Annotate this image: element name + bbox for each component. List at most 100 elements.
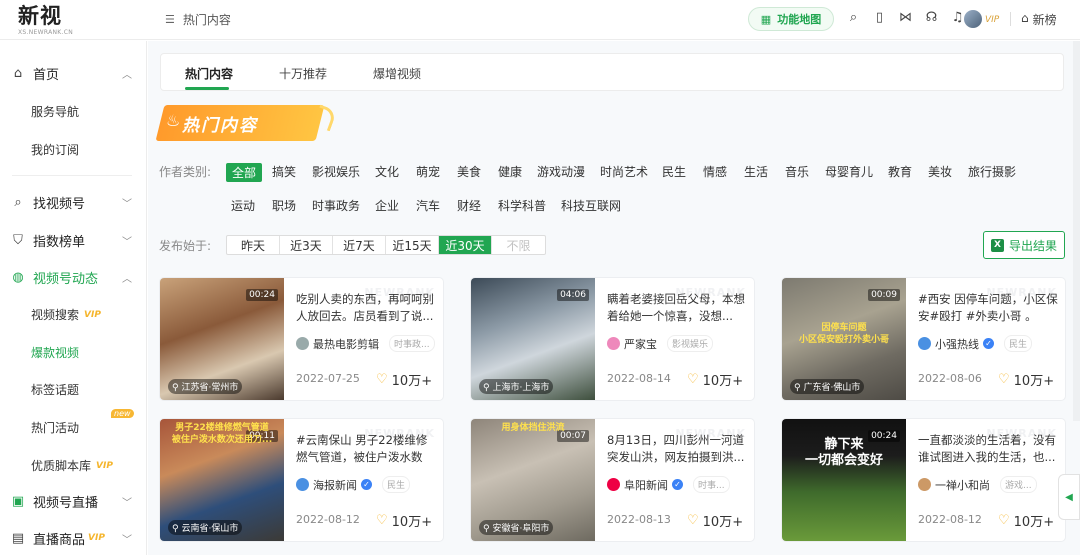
date-option[interactable]: 近7天 [333, 236, 386, 254]
author-info[interactable]: 小强热线 ✓ 民生 [918, 335, 1033, 352]
video-title[interactable]: 8月13日，四川彭州一河道突发山洪，网友拍摄到洪... [607, 432, 747, 466]
category-option[interactable]: 搞笑 [272, 163, 296, 180]
category-option[interactable]: 情感 [703, 163, 727, 180]
location-badge: ⚲ 广东省·佛山市 [790, 379, 865, 394]
date-option[interactable]: 昨天 [227, 236, 280, 254]
date-option[interactable]: 近30天 [439, 236, 492, 254]
headset-icon[interactable]: ☊ [924, 10, 939, 25]
sidebar-item-service-nav[interactable]: 服务导航 [31, 103, 79, 120]
tab-100k-recommend[interactable]: 十万推荐 [279, 65, 327, 82]
sidebar-item-find-channel[interactable]: ⌕ 找视频号 ﹀ [0, 187, 146, 217]
author-avatar [296, 478, 309, 491]
breadcrumb: ☰ 热门内容 [165, 11, 231, 28]
phone-icon[interactable]: ▯ [872, 10, 887, 25]
video-card[interactable]: 00:09 因停车问题 小区保安殴打外卖小哥 ⚲ 广东省·佛山市 NEWRANK #西安 … [782, 278, 1065, 400]
logo[interactable]: 新视 XS.NEWRANK.CN [18, 4, 73, 36]
video-thumbnail[interactable]: 04:06 ⚲ 上海市·上海市 [471, 278, 595, 400]
grid-icon: ▦ [760, 12, 772, 26]
category-option[interactable]: 生活 [744, 163, 768, 180]
video-title[interactable]: 瞒着老婆接回岳父母，本想着给她一个惊喜，没想... [607, 291, 747, 325]
search-icon[interactable]: ⌕ [846, 10, 861, 25]
date-option[interactable]: 不限 [492, 236, 545, 254]
category-option[interactable]: 美妆 [928, 163, 952, 180]
sidebar-item-quality-scripts[interactable]: 优质脚本库 VIP [31, 457, 113, 474]
author-info[interactable]: 最热电影剪辑 时事政... [296, 335, 435, 352]
author-name: 阜阳新闻 [624, 478, 668, 492]
video-card[interactable]: 00:24 ⚲ 江苏省·常州市 NEWRANK 吃别人卖的东西，再呵呵别人放回去。店员… [160, 278, 443, 400]
tab-surge-videos[interactable]: 爆增视频 [373, 65, 421, 82]
category-option[interactable]: 运动 [231, 197, 255, 214]
category-option[interactable]: 影视娱乐 [312, 163, 360, 180]
category-option[interactable]: 教育 [888, 163, 912, 180]
date-option[interactable]: 近15天 [386, 236, 439, 254]
new-rank-link[interactable]: ⌂ 新榜 [1021, 11, 1057, 28]
category-option[interactable]: 时尚艺术 [600, 163, 648, 180]
brand-icon[interactable]: ⋈ [898, 10, 913, 25]
video-thumbnail[interactable]: 00:09 因停车问题 小区保安殴打外卖小哥 ⚲ 广东省·佛山市 [782, 278, 906, 400]
sidebar: ⌂ 首页 ︿ 服务导航 我的订阅 ⌕ 找视频号 ﹀ ⛉ 指数榜单 ﹀ ◍ 视频号… [0, 41, 147, 555]
scrollbar[interactable] [1073, 41, 1080, 421]
category-option[interactable]: 企业 [375, 197, 399, 214]
category-option[interactable]: 汽车 [416, 197, 440, 214]
sidebar-item-label: 视频号直播 [33, 495, 99, 511]
author-info[interactable]: 海报新闻 ✓ 民生 [296, 476, 411, 493]
location-text: 广东省·佛山市 [803, 383, 861, 393]
category-option[interactable]: 旅行摄影 [968, 163, 1016, 180]
sidebar-item-index-rank[interactable]: ⛉ 指数榜单 ﹀ [0, 225, 146, 255]
chevron-up-icon: ︿ [122, 273, 132, 285]
sidebar-item-home[interactable]: ⌂ 首页 ︿ [0, 58, 146, 88]
category-option[interactable]: 职场 [272, 197, 296, 214]
menu-fold-icon[interactable]: ☰ [165, 13, 175, 26]
video-title[interactable]: #西安 因停车问题，小区保安#殴打 #外卖小哥 。 [918, 291, 1058, 325]
sidebar-item-tag-topics[interactable]: 标签话题 [31, 381, 79, 398]
video-thumbnail[interactable]: 00:07 用身体挡住洪流 ⚲ 安徽省·阜阳市 [471, 419, 595, 541]
function-map-button[interactable]: ▦ 功能地图 [748, 7, 834, 31]
category-option[interactable]: 文化 [375, 163, 399, 180]
category-option[interactable]: 游戏动漫 [537, 163, 585, 180]
export-button[interactable]: X 导出结果 [983, 231, 1065, 259]
author-info[interactable]: 一禅小和尚 游戏... [918, 476, 1037, 493]
video-card[interactable]: 00:07 用身体挡住洪流 ⚲ 安徽省·阜阳市 NEWRANK 8月13日，四川彭州一河… [471, 419, 754, 541]
banner-title: 热门内容 [182, 116, 258, 136]
category-option[interactable]: 健康 [498, 163, 522, 180]
sidebar-item-live-goods[interactable]: ▤ 直播商品 VIP ﹀ [0, 523, 146, 553]
author-info[interactable]: 阜阳新闻 ✓ 时事... [607, 476, 730, 493]
category-option[interactable]: 时事政务 [312, 197, 360, 214]
tab-hot-content[interactable]: 热门内容 [185, 65, 233, 82]
date-option[interactable]: 近3天 [280, 236, 333, 254]
video-card[interactable]: 00:24 静下来 一切都会变好 NEWRANK 一直都淡淡的生活着，没有谁试图进入我的… [782, 419, 1065, 541]
heart-icon: ♡ [998, 372, 1010, 387]
thumbnail-caption: 静下来 一切都会变好 [804, 437, 883, 468]
category-option[interactable]: 财经 [457, 197, 481, 214]
video-card[interactable]: 00:11 男子22楼维修燃气管道 被住户泼水数次还用刀... ⚲ 云南省·保山市 NE… [160, 419, 443, 541]
sidebar-item-subscriptions[interactable]: 我的订阅 [31, 141, 79, 158]
side-panel-toggle[interactable]: ◀ [1058, 474, 1080, 520]
video-thumbnail[interactable]: 00:24 ⚲ 江苏省·常州市 [160, 278, 284, 400]
sidebar-item-live[interactable]: ▣ 视频号直播 ﹀ [0, 486, 146, 516]
category-option[interactable]: 美食 [457, 163, 481, 180]
author-info[interactable]: 严家宝 影视娱乐 [607, 335, 714, 352]
publish-date: 2022-07-25 [296, 372, 360, 385]
category-option[interactable]: 母婴育儿 [825, 163, 873, 180]
sidebar-item-channel-dynamics[interactable]: ◍ 视频号动态 ︿ [0, 262, 146, 292]
publish-date: 2022-08-06 [918, 372, 982, 385]
chevron-down-icon: ﹀ [122, 497, 132, 509]
video-title[interactable]: 吃别人卖的东西，再呵呵别人放回去。店员看到了说... [296, 291, 436, 325]
video-thumbnail[interactable]: 00:11 男子22楼维修燃气管道 被住户泼水数次还用刀... ⚲ 云南省·保山市 [160, 419, 284, 541]
sidebar-item-hot-events[interactable]: 热门活动 new [31, 409, 134, 436]
category-option[interactable]: 科技互联网 [561, 197, 621, 214]
category-option[interactable]: 萌宠 [416, 163, 440, 180]
category-option[interactable]: 音乐 [785, 163, 809, 180]
video-thumbnail[interactable]: 00:24 静下来 一切都会变好 [782, 419, 906, 541]
sidebar-item-viral-videos[interactable]: 爆款视频 [31, 344, 79, 361]
category-option[interactable]: 全部 [226, 163, 263, 182]
video-title[interactable]: 一直都淡淡的生活着，没有谁试图进入我的生活，也... [918, 432, 1058, 466]
video-title[interactable]: #云南保山 男子22楼维修燃气管道，被住户泼水数次... [296, 432, 436, 466]
sidebar-item-video-search[interactable]: 视频搜索 VIP [31, 306, 101, 323]
category-option[interactable]: 科学科普 [498, 197, 546, 214]
video-card[interactable]: 04:06 ⚲ 上海市·上海市 NEWRANK 瞒着老婆接回岳父母，本想着给她一个惊喜… [471, 278, 754, 400]
bell-icon[interactable]: ♫ [950, 10, 965, 25]
avatar[interactable] [964, 10, 982, 28]
category-tag: 游戏... [1000, 476, 1037, 493]
category-option[interactable]: 民生 [662, 163, 686, 180]
